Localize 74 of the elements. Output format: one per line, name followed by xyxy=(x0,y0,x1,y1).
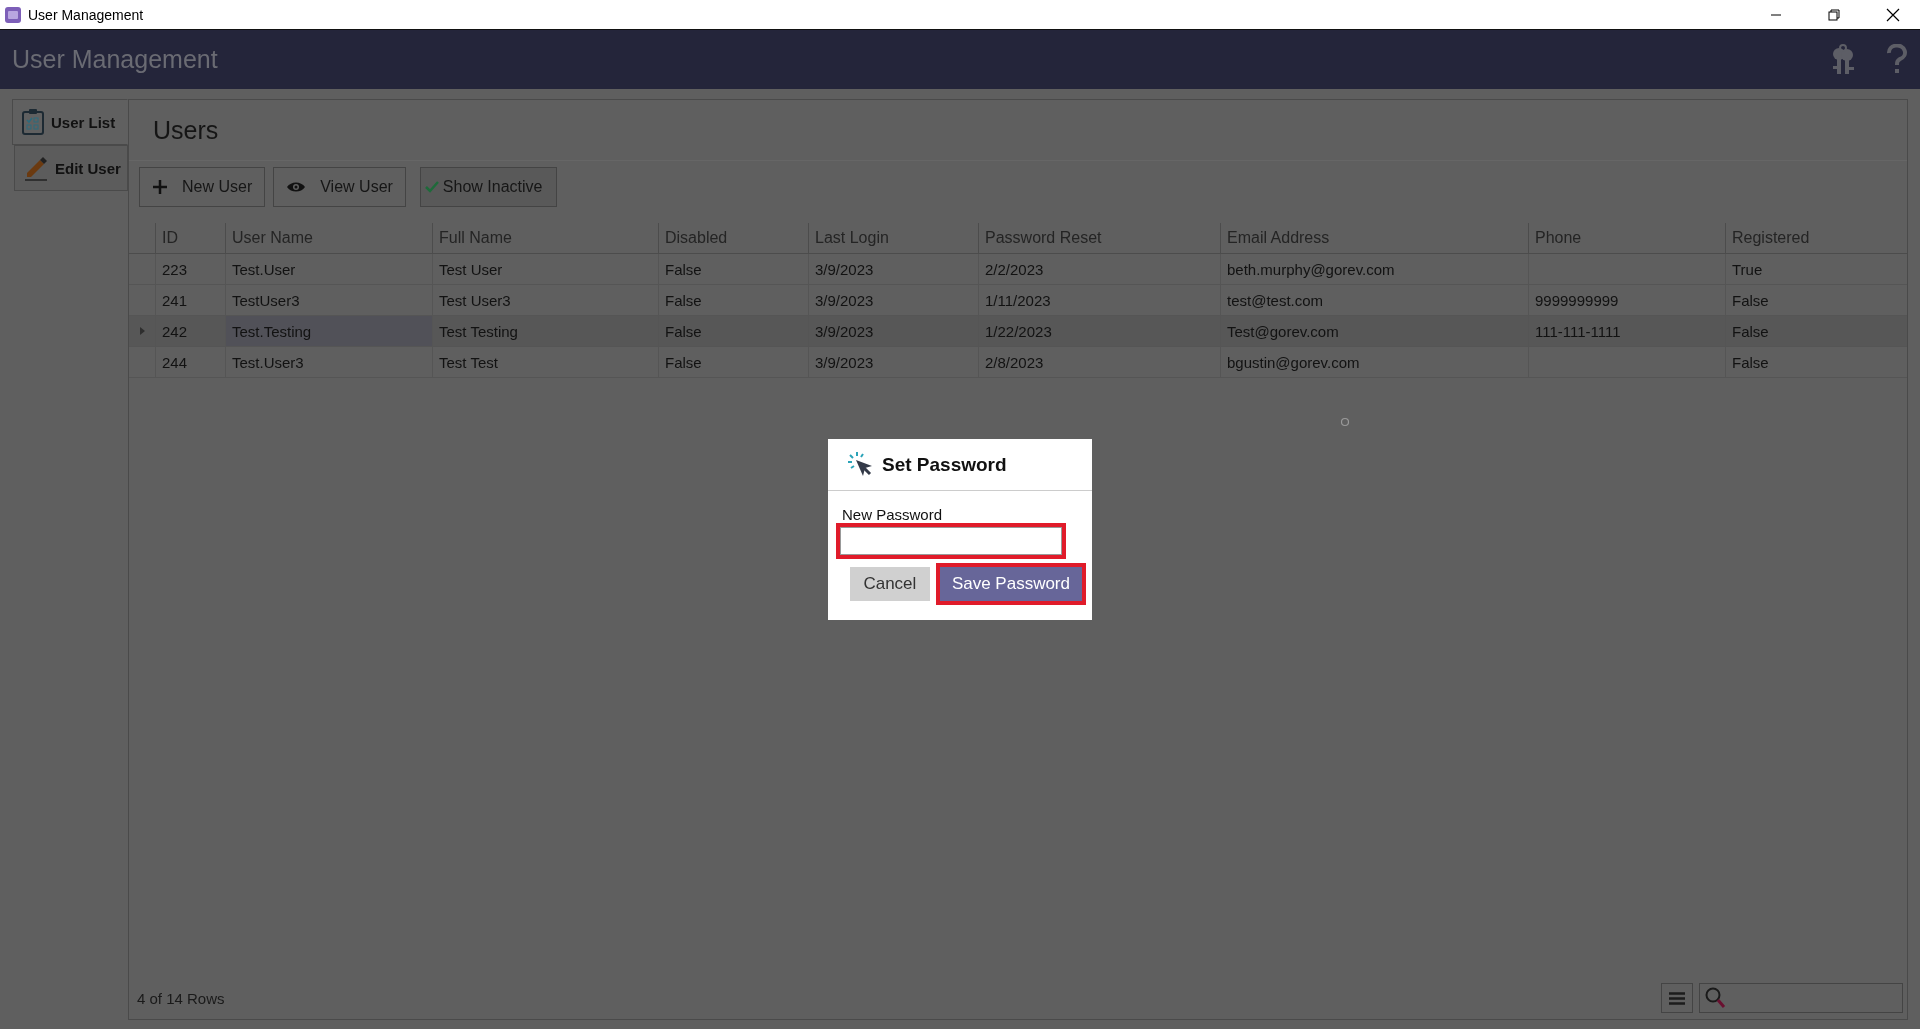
toolbar-button[interactable]: New User xyxy=(139,167,266,207)
search-icon xyxy=(1704,986,1726,1010)
table-cell: 241 xyxy=(162,291,188,309)
search-field[interactable] xyxy=(1699,983,1903,1013)
table-cell: False xyxy=(665,291,702,309)
row-count: 4 of 14 Rows xyxy=(137,989,225,1007)
table-cell: 3/9/2023 xyxy=(815,260,874,278)
header-title: User Management xyxy=(12,45,218,74)
table-cell: bgustin@gorev.com xyxy=(1227,353,1360,371)
restore-icon[interactable] xyxy=(1828,8,1840,21)
app-logo-icon xyxy=(4,5,22,24)
column-header[interactable]: Password Reset xyxy=(978,223,1220,253)
table-cell: Test User xyxy=(439,260,503,278)
table-cell: False xyxy=(1732,322,1769,340)
save-button[interactable]: Save Password xyxy=(939,567,1082,601)
column-header[interactable]: ID xyxy=(155,223,225,253)
field-label: New Password xyxy=(842,506,944,523)
table-cell: Test.User3 xyxy=(232,353,304,371)
table-row[interactable]: 242 Test.Testing Test Testing False 3/9/2023 1/22/2023 Test@gorev.com 111-111-1111 False xyxy=(129,316,1907,347)
menu-icon xyxy=(1669,991,1685,1005)
table-row[interactable]: 223 Test.User Test User False 3/9/2023 2/2/2023 beth.murphy@gorev.com True xyxy=(129,254,1907,285)
panel-title: Users xyxy=(153,115,219,145)
table-cell: False xyxy=(665,322,702,340)
check-icon xyxy=(424,181,439,193)
close-icon[interactable] xyxy=(1886,7,1900,22)
toolbar-button[interactable]: View User xyxy=(273,167,406,207)
column-header[interactable]: Last Login xyxy=(808,223,978,253)
table-cell: False xyxy=(1732,291,1769,309)
table-cell: 223 xyxy=(162,260,188,278)
table-cell: Test.Testing xyxy=(232,322,312,340)
column-header[interactable]: Registered xyxy=(1725,223,1906,253)
row-pointer-icon xyxy=(139,327,145,335)
table-cell: False xyxy=(665,353,702,371)
sidebar-tab[interactable]: User List xyxy=(12,99,128,145)
sidebar-tab[interactable]: Edit User xyxy=(14,145,128,191)
table-cell: False xyxy=(1732,353,1769,371)
clipboard-icon xyxy=(21,108,45,136)
table-cell: 2/2/2023 xyxy=(985,260,1044,278)
table-cell: Test Testing xyxy=(439,322,518,340)
plus-icon xyxy=(152,179,168,195)
table-cell: 3/9/2023 xyxy=(815,291,874,309)
table-cell: beth.murphy@gorev.com xyxy=(1227,260,1395,278)
table-cell: 3/9/2023 xyxy=(815,322,874,340)
table-cell: TestUser3 xyxy=(232,291,300,309)
table-cell: 242 xyxy=(162,322,188,340)
table-cell: 3/9/2023 xyxy=(815,353,874,371)
table-cell: True xyxy=(1732,260,1763,278)
table-cell: 9999999999 xyxy=(1535,291,1619,309)
table-cell: Test.User xyxy=(232,260,296,278)
pencil-icon xyxy=(23,155,49,181)
table-cell: 111-111-1111 xyxy=(1535,322,1621,340)
window-title: User Management xyxy=(28,6,144,23)
column-header[interactable]: Disabled xyxy=(658,223,808,253)
table-cell: Test@gorev.com xyxy=(1227,322,1339,340)
table-cell: 1/22/2023 xyxy=(985,322,1052,340)
table-cell: 1/11/2023 xyxy=(985,291,1051,309)
keys-icon[interactable] xyxy=(1830,43,1856,76)
menu-button[interactable] xyxy=(1661,983,1693,1013)
column-header[interactable]: Full Name xyxy=(432,223,658,253)
table-cell: False xyxy=(665,260,702,278)
column-header[interactable]: Phone xyxy=(1528,223,1725,253)
table-cell: 2/8/2023 xyxy=(985,353,1044,371)
ring-icon xyxy=(1340,417,1350,427)
column-header[interactable]: User Name xyxy=(225,223,432,253)
dialog-title: Set Password xyxy=(882,453,1007,476)
table-cell: Test User3 xyxy=(439,291,511,309)
cancel-button[interactable]: Cancel xyxy=(849,567,930,601)
table-cell: Test Test xyxy=(439,353,498,371)
table-row[interactable]: 244 Test.User3 Test Test False 3/9/2023 2/8/2023 bgustin@gorev.com False xyxy=(129,347,1907,378)
table-cell: 244 xyxy=(162,353,188,371)
eye-icon xyxy=(286,181,307,193)
column-header[interactable]: Email Address xyxy=(1220,223,1528,253)
table-cell: test@test.com xyxy=(1227,291,1324,309)
help-icon[interactable] xyxy=(1886,43,1908,76)
